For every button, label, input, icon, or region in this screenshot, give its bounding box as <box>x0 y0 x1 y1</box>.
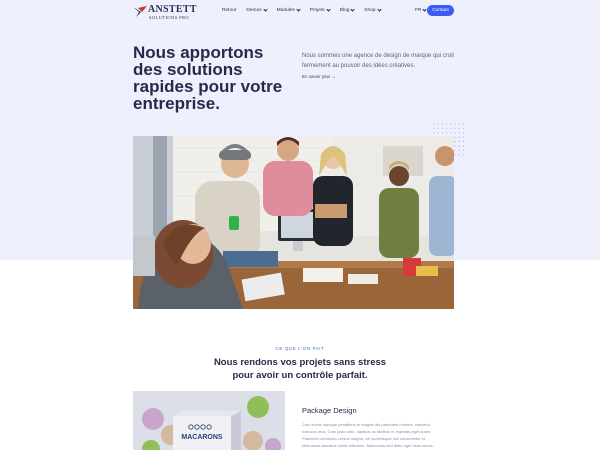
language-selector[interactable]: FR <box>415 7 428 13</box>
learn-more-link[interactable]: En savoir plus → <box>302 74 336 79</box>
chevron-down-icon <box>296 7 301 12</box>
dot <box>454 140 456 143</box>
dot <box>454 145 456 147</box>
dot <box>454 136 456 138</box>
dot <box>450 127 452 130</box>
chevron-down-icon <box>262 7 268 12</box>
nav-item-label: Projets <box>309 8 325 13</box>
brand-name: ANSTETT <box>148 4 197 15</box>
dot <box>441 132 444 134</box>
hero-subtitle: Nous sommes une agence de design de marq… <box>302 53 455 69</box>
bird-logo-icon <box>133 6 147 17</box>
dot <box>458 140 460 143</box>
dot <box>458 123 460 125</box>
dot <box>445 127 448 130</box>
dot <box>462 145 465 147</box>
dot <box>441 123 444 125</box>
dot <box>433 127 435 130</box>
nav-item-label: Shop <box>364 8 376 13</box>
nav-item-projets[interactable]: Projets <box>309 7 331 13</box>
dot <box>437 127 439 130</box>
nav-item-label: Modules <box>276 8 295 13</box>
chevron-down-icon <box>326 7 331 12</box>
package-label: MACARONS <box>181 434 223 441</box>
dot <box>445 123 448 125</box>
dot <box>458 145 460 147</box>
dot <box>462 140 465 143</box>
dot <box>450 123 452 125</box>
dot <box>433 123 435 125</box>
nav-item-label: Retour <box>222 8 237 13</box>
nav-item-label: Blog <box>339 8 350 13</box>
dot <box>462 149 465 152</box>
nav-item-modules[interactable]: Modules <box>276 7 301 13</box>
dot <box>458 136 460 138</box>
section-title-line-1: Nous rendons vos projets sans stress <box>213 357 387 368</box>
dot <box>454 149 456 152</box>
dot <box>445 132 448 134</box>
nav-item-demos[interactable]: Demos <box>246 7 268 13</box>
hero-title: Nous apportons des solutions rapides pou… <box>133 43 283 113</box>
card-title: Package Design <box>302 406 357 415</box>
brand-tagline: SOLUTIONS PRO <box>149 15 190 20</box>
main-nav: Retour Demos Modules Projets Blog Shop <box>222 7 391 13</box>
dot <box>437 123 439 125</box>
package-design-image: MACARONS <box>133 391 285 450</box>
section-title: Nous rendons vos projets sans stress pou… <box>0 356 600 382</box>
language-label: FR <box>415 8 422 13</box>
dot <box>462 136 465 138</box>
section-title-line-2: pour avoir un contrôle parfait. <box>232 370 368 381</box>
dot <box>462 154 465 156</box>
chevron-down-icon <box>376 7 382 12</box>
dot <box>458 149 460 152</box>
dot <box>458 127 460 130</box>
nav-item-blog[interactable]: Blog <box>339 7 355 13</box>
dot <box>433 132 435 134</box>
nav-item-shop[interactable]: Shop <box>364 7 382 13</box>
nav-item-label: Demos <box>246 8 262 13</box>
dot <box>454 123 456 125</box>
dot <box>458 154 460 156</box>
dot <box>454 154 456 156</box>
dot <box>462 123 465 125</box>
dot <box>454 132 456 134</box>
dot <box>462 127 465 130</box>
brand-logo[interactable]: ANSTETT SOLUTIONS PRO <box>132 4 196 20</box>
dot <box>450 132 452 134</box>
card-text: Cum sociis natoque penatibus et magnis d… <box>302 422 434 448</box>
dot <box>458 132 460 134</box>
dot <box>462 132 465 134</box>
section-eyebrow: CE QUE L'ON FAIT <box>275 346 325 351</box>
dot <box>437 132 439 134</box>
chevron-down-icon <box>350 7 355 12</box>
dot <box>454 127 456 130</box>
team-photo <box>133 136 454 309</box>
dot <box>441 127 444 130</box>
nav-item-retour[interactable]: Retour <box>222 8 236 13</box>
contact-button[interactable]: Contact <box>427 5 454 16</box>
